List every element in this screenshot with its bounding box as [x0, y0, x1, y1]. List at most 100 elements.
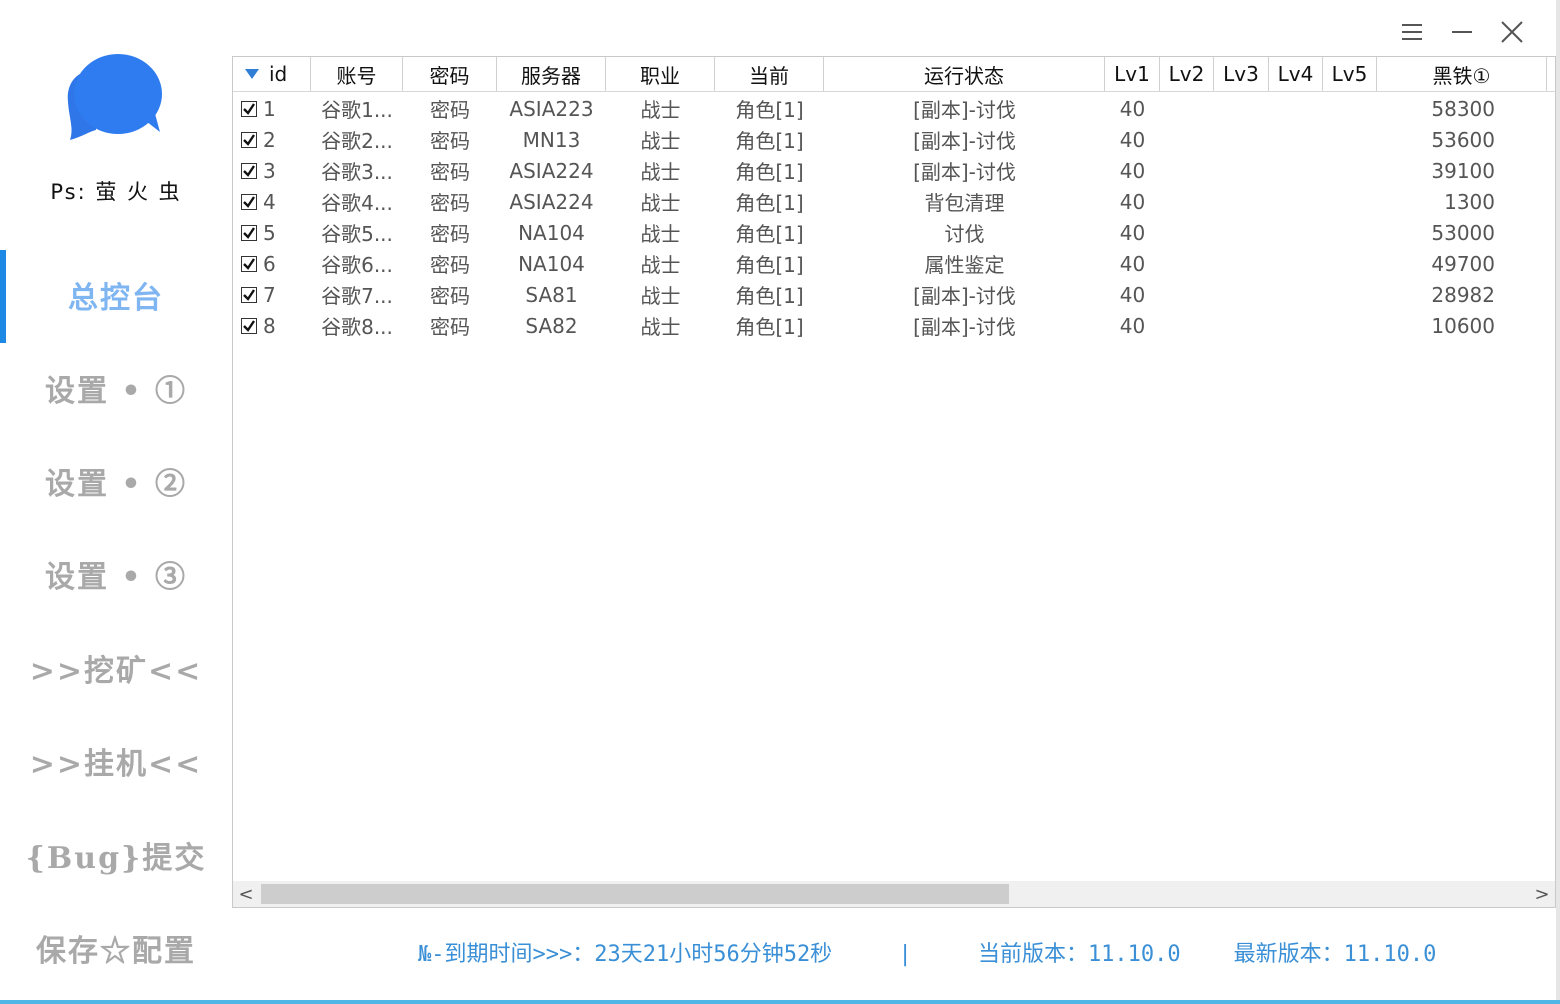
cell-status: [副本]-讨伐 — [913, 284, 1016, 308]
sort-desc-icon — [245, 69, 259, 79]
column-header-lv2[interactable]: Lv2 — [1160, 57, 1214, 91]
cell-status: 属性鉴定 — [924, 253, 1005, 277]
cell-job: 战士 — [640, 284, 681, 308]
nav-save-config[interactable]: 保存☆配置 — [0, 918, 232, 978]
column-header-lv3[interactable]: Lv3 — [1214, 57, 1269, 91]
cell-id: 1 — [233, 93, 311, 124]
cell-status: [副本]-讨伐 — [913, 160, 1016, 184]
cell-job: 战士 — [640, 98, 681, 122]
column-header-job[interactable]: 职业 — [606, 57, 715, 91]
menu-button[interactable] — [1392, 14, 1432, 50]
column-header-server[interactable]: 服务器 — [497, 57, 606, 91]
cell-lv3 — [1214, 155, 1269, 186]
cell-current: 角色[1] — [735, 315, 804, 339]
cell-password: 密码 — [430, 129, 470, 153]
close-button[interactable] — [1492, 14, 1532, 50]
minimize-button[interactable] — [1442, 14, 1482, 50]
horizontal-scrollbar[interactable]: < > — [233, 881, 1555, 907]
row-checkbox[interactable] — [241, 162, 257, 179]
nav-settings-3[interactable]: 设置 • ③ — [0, 544, 232, 604]
row-id-text: 6 — [263, 251, 276, 276]
cell-id: 7 — [233, 279, 311, 310]
table-row[interactable]: 1 谷歌1... 密码 ASIA223 战士 角色[1] [副本]-讨伐 40 58300 — [233, 93, 1555, 124]
row-checkbox[interactable] — [241, 131, 257, 148]
row-id-text: 5 — [263, 220, 276, 245]
table-row[interactable]: 7 谷歌7... 密码 SA81 战士 角色[1] [副本]-讨伐 40 28982 — [233, 279, 1555, 310]
table-row[interactable]: 3 谷歌3... 密码 ASIA224 战士 角色[1] [副本]-讨伐 40 39100 — [233, 155, 1555, 186]
nav-idle[interactable]: >>挂机<< — [0, 731, 232, 791]
cell-current: 角色[1] — [735, 129, 804, 153]
cell-status: 讨伐 — [944, 222, 985, 246]
column-header-current[interactable]: 当前 — [715, 57, 824, 91]
nav-bug-submit[interactable]: {Bug}提交 — [0, 825, 232, 885]
cell-iron: 58300 — [1431, 96, 1495, 121]
cell-lv2 — [1160, 186, 1214, 217]
cell-iron: 49700 — [1431, 251, 1495, 276]
column-header-iron[interactable]: 黑铁① — [1377, 57, 1547, 91]
cell-lv1: 40 — [1119, 220, 1146, 245]
row-checkbox[interactable] — [241, 193, 257, 210]
row-checkbox[interactable] — [241, 224, 257, 241]
row-id-text: 8 — [263, 313, 276, 338]
column-header-lv1[interactable]: Lv1 — [1105, 57, 1160, 91]
cell-current: 角色[1] — [735, 160, 804, 184]
cell-password: 密码 — [430, 253, 470, 277]
cell-lv2 — [1160, 93, 1214, 124]
table-header: id 账号 密码 服务器 职业 当前 运行状态 Lv1 Lv2 Lv3 Lv4 … — [233, 57, 1555, 92]
column-header-password[interactable]: 密码 — [403, 57, 497, 91]
row-id-text: 1 — [263, 96, 276, 121]
nav-dashboard[interactable]: 总控台 — [0, 265, 232, 325]
cell-job: 战士 — [640, 315, 681, 339]
cell-current: 角色[1] — [735, 284, 804, 308]
column-header-lv5[interactable]: Lv5 — [1323, 57, 1377, 91]
row-id-text: 7 — [263, 282, 276, 307]
column-header-status[interactable]: 运行状态 — [824, 57, 1105, 91]
table-row[interactable]: 2 谷歌2... 密码 MN13 战士 角色[1] [副本]-讨伐 40 53600 — [233, 124, 1555, 155]
cell-current: 角色[1] — [735, 191, 804, 215]
cell-password: 密码 — [430, 160, 470, 184]
window-bottom-border — [0, 1000, 1560, 1004]
scrollbar-thumb[interactable] — [261, 884, 1009, 904]
row-checkbox[interactable] — [241, 100, 257, 117]
scroll-right-button[interactable]: > — [1529, 881, 1555, 907]
cell-job: 战士 — [640, 129, 681, 153]
cell-server: SA82 — [525, 313, 578, 338]
table-body: 1 谷歌1... 密码 ASIA223 战士 角色[1] [副本]-讨伐 40 58300 2 谷歌… — [233, 93, 1555, 341]
sidebar: Ps: 萤 火 虫 总控台 设置 • ① 设置 • ② 设置 • ③ >>挖矿<… — [0, 0, 232, 1004]
nav-settings-2[interactable]: 设置 • ② — [0, 451, 232, 511]
scroll-left-button[interactable]: < — [233, 881, 259, 907]
column-header-account[interactable]: 账号 — [311, 57, 403, 91]
cell-server: SA81 — [525, 282, 578, 307]
window-right-border — [1556, 0, 1560, 1004]
nav-settings-1[interactable]: 设置 • ① — [0, 358, 232, 418]
account-table: id 账号 密码 服务器 职业 当前 运行状态 Lv1 Lv2 Lv3 Lv4 … — [232, 56, 1556, 908]
table-row[interactable]: 5 谷歌5... 密码 NA104 战士 角色[1] 讨伐 40 53000 — [233, 217, 1555, 248]
column-header-id[interactable]: id — [233, 57, 311, 91]
cell-lv1: 40 — [1119, 158, 1146, 183]
cell-server: ASIA224 — [509, 189, 594, 214]
cell-lv4 — [1269, 310, 1323, 341]
row-checkbox[interactable] — [241, 255, 257, 272]
cell-account: 谷歌2... — [321, 129, 393, 153]
cell-lv4 — [1269, 155, 1323, 186]
cell-lv5 — [1323, 217, 1377, 248]
cell-id: 5 — [233, 217, 311, 248]
table-row[interactable]: 8 谷歌8... 密码 SA82 战士 角色[1] [副本]-讨伐 40 10600 — [233, 310, 1555, 341]
table-row[interactable]: 6 谷歌6... 密码 NA104 战士 角色[1] 属性鉴定 40 49700 — [233, 248, 1555, 279]
cell-lv5 — [1323, 186, 1377, 217]
cell-account: 谷歌6... — [321, 253, 393, 277]
cell-account: 谷歌1... — [321, 98, 393, 122]
column-header-lv4[interactable]: Lv4 — [1269, 57, 1323, 91]
cell-iron: 39100 — [1431, 158, 1495, 183]
cell-lv2 — [1160, 248, 1214, 279]
cell-server: NA104 — [518, 251, 585, 276]
row-checkbox[interactable] — [241, 286, 257, 303]
row-checkbox[interactable] — [241, 317, 257, 334]
cell-lv5 — [1323, 279, 1377, 310]
nav-mining[interactable]: >>挖矿<< — [0, 638, 232, 698]
cell-current: 角色[1] — [735, 98, 804, 122]
table-row[interactable]: 4 谷歌4... 密码 ASIA224 战士 角色[1] 背包清理 40 1300 — [233, 186, 1555, 217]
cell-lv4 — [1269, 93, 1323, 124]
cell-iron: 1300 — [1444, 189, 1495, 214]
cell-lv1: 40 — [1119, 189, 1146, 214]
